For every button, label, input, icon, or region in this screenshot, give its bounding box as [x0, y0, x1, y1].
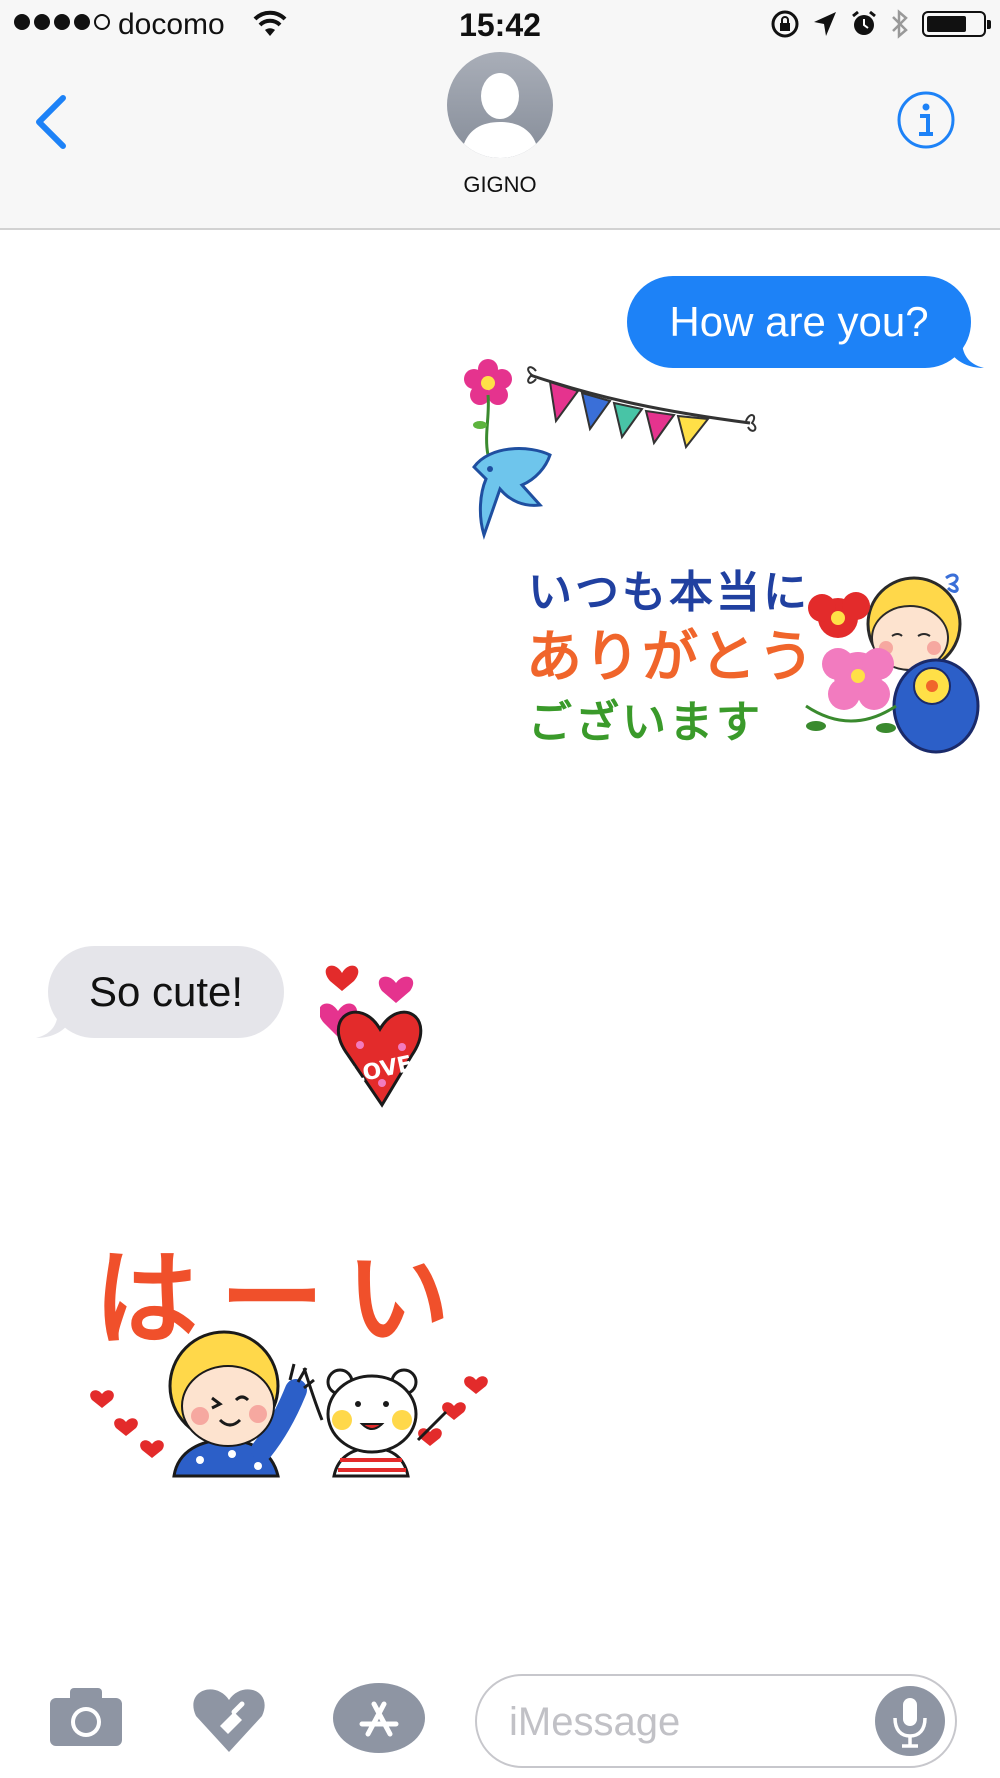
dictation-button[interactable] [875, 1686, 945, 1756]
love-heart-sticker[interactable]: LOVE [320, 955, 440, 1113]
message-bubble-received[interactable]: So cute! [48, 946, 284, 1038]
camera-button[interactable] [48, 1686, 124, 1753]
sticker-line-2: ありがとう [526, 625, 816, 690]
location-arrow-icon [814, 12, 836, 36]
sticker-line-3: ございます [528, 697, 763, 748]
contact-name[interactable]: GIGNO [0, 172, 1000, 198]
digital-touch-button[interactable] [190, 1682, 268, 1759]
info-icon [897, 91, 955, 149]
person-silhouette-icon [461, 73, 539, 158]
status-bar: docomo 15:42 [0, 0, 1000, 52]
bluetooth-icon [892, 9, 908, 39]
battery-icon [922, 11, 991, 37]
bunting-flags-icon [527, 366, 757, 450]
back-button[interactable] [26, 82, 76, 162]
microphone-icon [893, 1698, 927, 1748]
camera-icon [50, 1688, 122, 1746]
alarm-icon [852, 10, 876, 35]
digital-touch-icon [193, 1689, 265, 1752]
contact-avatar[interactable] [447, 52, 553, 158]
info-button[interactable] [896, 90, 956, 150]
child-and-bear-icon [90, 1330, 488, 1478]
input-bar [0, 1660, 1000, 1778]
flower-icon [464, 359, 512, 456]
message-input-field[interactable] [475, 1674, 957, 1768]
haai-sticker[interactable]: はーい [82, 1220, 542, 1480]
message-input[interactable] [509, 1694, 869, 1750]
rotation-lock-icon [771, 10, 799, 38]
sticker-line-1: いつも本当に [528, 567, 810, 618]
girl-with-bouquet-icon [805, 573, 980, 754]
chevron-left-icon [36, 95, 66, 149]
thank-you-sticker[interactable]: いつも本当に ありがとう ございます [526, 556, 986, 776]
conversation-header: GIGNO [0, 52, 1000, 230]
app-store-icon [333, 1683, 425, 1753]
app-store-button[interactable] [332, 1682, 426, 1759]
bird-flower-bunting-sticker[interactable] [460, 355, 790, 540]
bird-icon [472, 447, 552, 540]
